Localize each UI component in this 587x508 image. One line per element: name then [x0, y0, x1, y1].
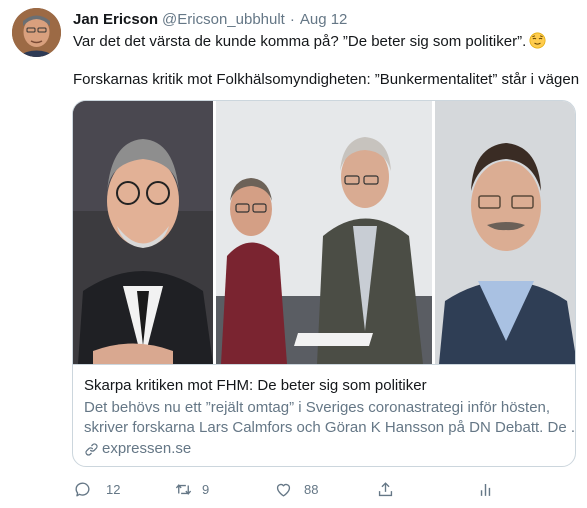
header-separator: ·: [289, 10, 295, 28]
link-card[interactable]: Skarpa kritiken mot FHM: De beter sig so…: [72, 100, 576, 467]
avatar[interactable]: [12, 8, 61, 57]
like-button[interactable]: 88: [274, 480, 318, 499]
tweet-text-line-1: Var det det värsta de kunde komma på? ”D…: [73, 32, 546, 52]
card-domain-text: expressen.se: [102, 440, 192, 457]
reply-button[interactable]: 12: [73, 480, 120, 499]
share-button[interactable]: [376, 480, 395, 499]
card-description-line-1: Det behövs nu ett ”rejält omtag” i Sveri…: [84, 399, 551, 416]
share-icon: [378, 482, 393, 497]
card-description-line-2: skriver forskarna Lars Calmfors och Göra…: [84, 419, 576, 436]
card-title[interactable]: Skarpa kritiken mot FHM: De beter sig so…: [84, 376, 566, 396]
card-body[interactable]: Skarpa kritiken mot FHM: De beter sig so…: [73, 364, 576, 466]
tweet[interactable]: Jan Ericson @Ericson_ubbhult · Aug 12 Va…: [0, 0, 587, 508]
tweet-date[interactable]: Aug 12: [300, 11, 348, 28]
tweet-text-1: Var det det värsta de kunde komma på? ”D…: [73, 33, 527, 50]
retweet-icon: [175, 484, 192, 495]
like-icon: [276, 483, 291, 497]
card-image[interactable]: [73, 101, 575, 364]
link-icon: [85, 442, 98, 456]
retweet-count: 9: [202, 482, 210, 497]
analytics-icon: [480, 483, 491, 496]
retweet-button[interactable]: 9: [174, 480, 209, 499]
user-handle[interactable]: @Ericson_ubbhult: [162, 11, 285, 28]
analytics-button[interactable]: [476, 480, 495, 499]
reply-count: 12: [106, 482, 121, 497]
tweet-header: Jan Ericson @Ericson_ubbhult · Aug 12: [73, 8, 347, 30]
action-bar: 12 9 88: [73, 480, 503, 502]
like-count: 88: [304, 482, 319, 497]
relieved-face-emoji: [529, 32, 546, 49]
tweet-text-line-2: Forskarnas kritik mot Folkhälsomyndighet…: [73, 71, 580, 88]
card-description: Det behövs nu ett ”rejält omtag” i Sveri…: [84, 398, 576, 438]
display-name[interactable]: Jan Ericson: [73, 11, 158, 28]
reply-icon: [75, 482, 90, 497]
card-domain[interactable]: expressen.se: [84, 439, 566, 459]
